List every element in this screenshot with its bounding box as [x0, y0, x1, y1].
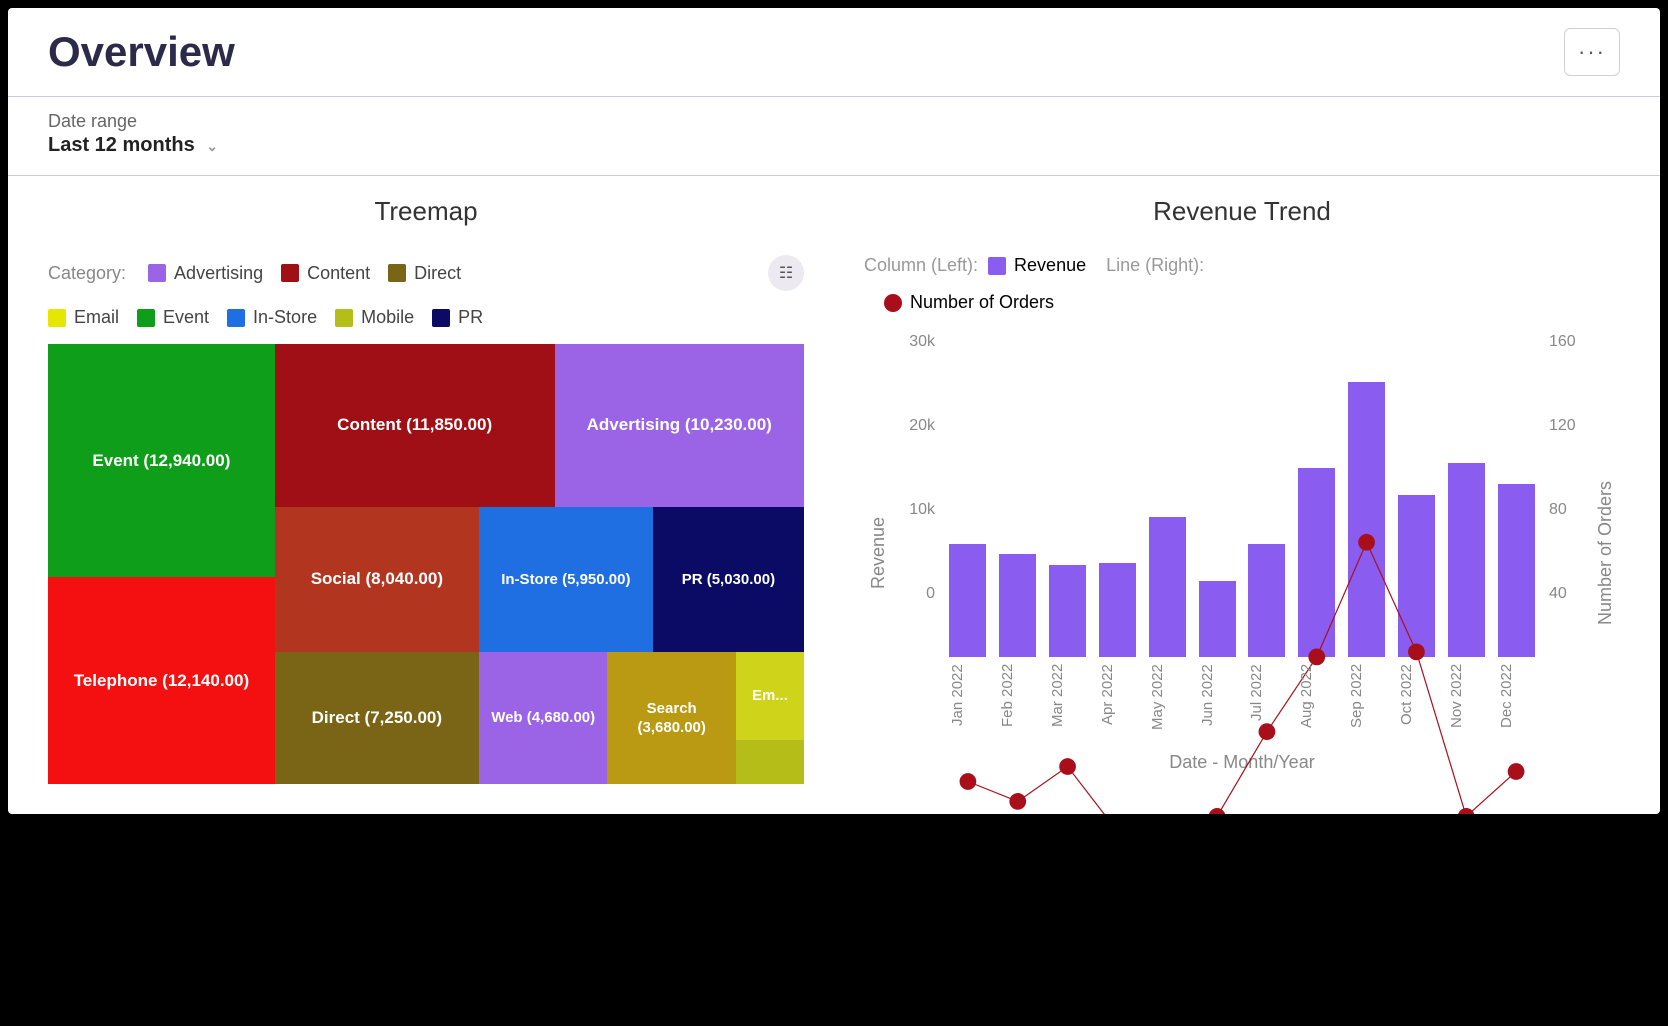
x-tick: Nov 2022 — [1448, 664, 1485, 744]
treemap-cell-event[interactable]: Event (12,940.00) — [48, 344, 275, 577]
legend-column-section: Column (Left): Revenue — [864, 255, 1086, 276]
x-tick: Aug 2022 — [1298, 664, 1335, 744]
dashboard-page: Overview ··· Date range Last 12 months ⌄… — [8, 8, 1660, 814]
y-left-axis: 30k 20k 10k 0 — [893, 333, 943, 773]
x-tick: Mar 2022 — [1049, 664, 1086, 744]
y-right-axis: 160 120 80 40 — [1541, 333, 1591, 773]
orders-point[interactable] — [1358, 534, 1375, 551]
legend-item-content[interactable]: Content — [281, 263, 370, 284]
trend-title: Revenue Trend — [864, 196, 1620, 227]
trend-legend: Column (Left): Revenue Line (Right): Num… — [864, 255, 1620, 313]
x-tick: Apr 2022 — [1099, 664, 1136, 744]
swatch-icon — [227, 309, 245, 327]
swatch-icon — [48, 309, 66, 327]
treemap-legend: Category: Advertising Content Direct ☷ E… — [48, 255, 804, 328]
header: Overview ··· — [8, 8, 1660, 97]
legend-item-revenue[interactable]: Revenue — [988, 255, 1086, 276]
treemap-cell-web[interactable]: Web (4,680.00) — [479, 652, 608, 784]
legend-label: Category: — [48, 263, 126, 284]
x-tick: Jun 2022 — [1199, 664, 1236, 744]
orders-point[interactable] — [1408, 644, 1425, 661]
treemap-chart: Event (12,940.00) Telephone (12,140.00) … — [48, 344, 804, 784]
trend-panel: Revenue Trend Column (Left): Revenue Lin… — [864, 196, 1620, 784]
ellipsis-icon: ··· — [1578, 39, 1606, 65]
y-right-title: Number of Orders — [1591, 333, 1620, 773]
treemap-cell-pr[interactable]: PR (5,030.00) — [653, 507, 804, 652]
treemap-cell-telephone[interactable]: Telephone (12,140.00) — [48, 577, 275, 784]
charts-row: Treemap Category: Advertising Content Di… — [8, 176, 1660, 814]
trend-chart: Revenue 30k 20k 10k 0 Jan 2022Feb — [864, 333, 1620, 773]
x-tick: Oct 2022 — [1398, 664, 1435, 744]
legend-item-instore[interactable]: In-Store — [227, 307, 317, 328]
treemap-cell-direct[interactable]: Direct (7,250.00) — [275, 652, 479, 784]
y-left-title: Revenue — [864, 333, 893, 773]
x-tick: May 2022 — [1149, 664, 1186, 744]
legend-item-event[interactable]: Event — [137, 307, 209, 328]
filter-label: Date range — [48, 111, 1620, 132]
filter-value-text: Last 12 months — [48, 134, 195, 156]
plot-area: Jan 2022 Feb 2022 Mar 2022 Apr 2022 May 2022… — [943, 333, 1541, 773]
x-tick: Jul 2022 — [1248, 664, 1285, 744]
swatch-icon — [432, 309, 450, 327]
legend-line-section: Line (Right): — [1106, 255, 1204, 276]
treemap-title: Treemap — [48, 196, 804, 227]
swatch-icon — [388, 264, 406, 282]
swatch-icon — [137, 309, 155, 327]
legend-list-button[interactable]: ☷ — [768, 255, 804, 291]
legend-item-pr[interactable]: PR — [432, 307, 483, 328]
orders-point[interactable] — [1059, 758, 1076, 775]
circle-swatch-icon — [884, 294, 902, 312]
date-range-select[interactable]: Last 12 months ⌄ — [48, 134, 1620, 157]
legend-item-mobile[interactable]: Mobile — [335, 307, 414, 328]
swatch-icon — [281, 264, 299, 282]
treemap-cell-instore[interactable]: In-Store (5,950.00) — [479, 507, 653, 652]
orders-point[interactable] — [1009, 793, 1026, 810]
treemap-cell-search[interactable]: Search (3,680.00) — [607, 652, 736, 784]
orders-point[interactable] — [1308, 649, 1325, 666]
x-tick: Dec 2022 — [1498, 664, 1535, 744]
treemap-cell-content[interactable]: Content (11,850.00) — [275, 344, 555, 507]
more-menu-button[interactable]: ··· — [1564, 28, 1620, 76]
legend-item-orders[interactable]: Number of Orders — [884, 292, 1054, 313]
legend-item-email[interactable]: Email — [48, 307, 119, 328]
treemap-cell-advertising[interactable]: Advertising (10,230.00) — [555, 344, 804, 507]
list-icon: ☷ — [779, 263, 793, 283]
treemap-panel: Treemap Category: Advertising Content Di… — [48, 196, 804, 784]
x-tick: Feb 2022 — [999, 664, 1036, 744]
legend-item-advertising[interactable]: Advertising — [148, 263, 263, 284]
x-tick: Jan 2022 — [949, 664, 986, 744]
treemap-cell-mobile[interactable] — [736, 740, 804, 784]
x-tick: Sep 2022 — [1348, 664, 1385, 744]
orders-point[interactable] — [1508, 763, 1525, 780]
swatch-icon — [335, 309, 353, 327]
legend-item-direct[interactable]: Direct — [388, 263, 461, 284]
treemap-cell-email[interactable]: Em... — [736, 652, 804, 740]
swatch-icon — [148, 264, 166, 282]
page-title: Overview — [48, 28, 235, 76]
orders-point[interactable] — [960, 773, 977, 790]
orders-point[interactable] — [1458, 808, 1475, 814]
chevron-down-icon: ⌄ — [206, 138, 218, 154]
plot — [943, 333, 1541, 658]
treemap-cell-social[interactable]: Social (8,040.00) — [275, 507, 479, 652]
swatch-icon — [988, 257, 1006, 275]
filter-bar: Date range Last 12 months ⌄ — [8, 97, 1660, 176]
orders-point[interactable] — [1209, 808, 1226, 814]
